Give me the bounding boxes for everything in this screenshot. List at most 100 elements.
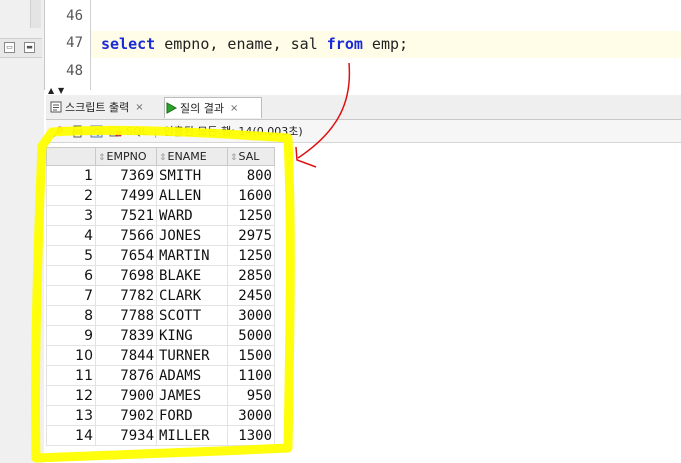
- cell-sal[interactable]: 2850: [227, 265, 275, 286]
- left-panel-stub: ▭ ▬: [0, 0, 44, 463]
- result-rows: 1 7369 SMITH 800 2 7499 ALLEN 1600 3 7521 WARD 1250…: [46, 165, 275, 446]
- table-row[interactable]: 10 7844 TURNER 1500: [46, 345, 275, 366]
- row-number: 13: [46, 405, 96, 426]
- line-number: 47: [66, 35, 83, 51]
- cell-sal[interactable]: 1250: [227, 205, 275, 226]
- toolbar-separator: |: [153, 124, 158, 138]
- row-number: 12: [46, 385, 96, 406]
- column-header-sal[interactable]: ⇕SAL: [227, 147, 275, 166]
- sort-icon: ⇕: [98, 153, 106, 163]
- pin-icon[interactable]: [52, 125, 65, 138]
- sql-editor[interactable]: 46 select empno, ename, sal from emp; 47…: [44, 0, 681, 90]
- cell-empno[interactable]: 7900: [95, 385, 157, 406]
- cell-empno[interactable]: 7844: [95, 345, 157, 366]
- minimize-icon[interactable]: ▬: [24, 42, 35, 53]
- cell-empno[interactable]: 7902: [95, 405, 157, 426]
- column-header-ename[interactable]: ⇕ENAME: [156, 147, 228, 166]
- row-number: 2: [46, 185, 96, 206]
- cell-empno[interactable]: 7839: [95, 325, 157, 346]
- cell-empno[interactable]: 7654: [95, 245, 157, 266]
- cell-sal[interactable]: 1100: [227, 365, 275, 386]
- refresh-icon[interactable]: [90, 125, 103, 138]
- cell-empno[interactable]: 7788: [95, 305, 157, 326]
- cell-ename[interactable]: TURNER: [156, 345, 228, 366]
- print-icon[interactable]: [71, 125, 84, 138]
- cell-ename[interactable]: KING: [156, 325, 228, 346]
- table-row[interactable]: 8 7788 SCOTT 3000: [46, 305, 275, 326]
- tab-label: 질의 결과: [180, 102, 224, 115]
- left-panel-scrollbar[interactable]: [30, 0, 41, 28]
- code-line-active[interactable]: select empno, ename, sal from emp;: [91, 31, 681, 58]
- cell-empno[interactable]: 7934: [95, 425, 157, 446]
- table-row[interactable]: 12 7900 JAMES 950: [46, 385, 275, 406]
- cell-empno[interactable]: 7369: [95, 165, 157, 186]
- table-name: emp;: [362, 35, 409, 53]
- cell-sal[interactable]: 3000: [227, 405, 275, 426]
- cell-sal[interactable]: 1600: [227, 185, 275, 206]
- table-row[interactable]: 9 7839 KING 5000: [46, 325, 275, 346]
- cell-ename[interactable]: MILLER: [156, 425, 228, 446]
- table-row[interactable]: 1 7369 SMITH 800: [46, 165, 275, 186]
- cell-ename[interactable]: SMITH: [156, 165, 228, 186]
- cell-sal[interactable]: 2450: [227, 285, 275, 306]
- cell-empno[interactable]: 7521: [95, 205, 157, 226]
- cell-ename[interactable]: CLARK: [156, 285, 228, 306]
- cell-ename[interactable]: JONES: [156, 225, 228, 246]
- cell-empno[interactable]: 7876: [95, 365, 157, 386]
- table-row[interactable]: 2 7499 ALLEN 1600: [46, 185, 275, 206]
- table-row[interactable]: 3 7521 WARD 1250: [46, 205, 275, 226]
- cell-ename[interactable]: MARTIN: [156, 245, 228, 266]
- column-header-empno[interactable]: ⇕EMPNO: [95, 147, 157, 166]
- table-row[interactable]: 6 7698 BLAKE 2850: [46, 265, 275, 286]
- cell-sal[interactable]: 2975: [227, 225, 275, 246]
- cell-sal[interactable]: 800: [227, 165, 275, 186]
- close-icon[interactable]: ×: [230, 103, 238, 114]
- row-number: 14: [46, 425, 96, 446]
- result-grid[interactable]: ⇕EMPNO ⇕ENAME ⇕SAL 1 7369 SMITH 800 2 7499 ALL…: [46, 147, 275, 446]
- collapse-up-icon[interactable]: ▲: [48, 87, 54, 95]
- fetch-status: 인출된 모든 행: 14(0.003초): [163, 125, 303, 138]
- sort-icon: ⇕: [230, 153, 238, 163]
- close-icon[interactable]: ×: [135, 102, 143, 113]
- output-tab-bar: 스크립트 출력 × 질의 결과 ×: [46, 95, 681, 120]
- cell-sal[interactable]: 1500: [227, 345, 275, 366]
- panel-splitter[interactable]: ▲ ▼: [46, 87, 681, 95]
- cell-sal[interactable]: 1250: [227, 245, 275, 266]
- tab-script-output[interactable]: 스크립트 출력 ×: [50, 97, 160, 117]
- tab-query-result[interactable]: 질의 결과 ×: [164, 97, 262, 118]
- expand-down-icon[interactable]: ▼: [58, 87, 64, 95]
- table-row[interactable]: 11 7876 ADAMS 1100: [46, 365, 275, 386]
- code-line[interactable]: [91, 4, 681, 31]
- cell-empno[interactable]: 7499: [95, 185, 157, 206]
- code-line[interactable]: [91, 58, 681, 85]
- sql-statement[interactable]: select empno, ename, sal from emp;: [101, 35, 408, 53]
- table-row[interactable]: 14 7934 MILLER 1300: [46, 425, 275, 446]
- cancel-fetch-icon[interactable]: [109, 125, 122, 138]
- row-number: 3: [46, 205, 96, 226]
- cell-empno[interactable]: 7698: [95, 265, 157, 286]
- table-row[interactable]: 4 7566 JONES 2975: [46, 225, 275, 246]
- row-number: 9: [46, 325, 96, 346]
- cell-sal[interactable]: 1300: [227, 425, 275, 446]
- sql-button[interactable]: SQL: [126, 125, 148, 138]
- restore-icon[interactable]: ▭: [4, 42, 15, 53]
- cell-sal[interactable]: 5000: [227, 325, 275, 346]
- cell-sal[interactable]: 3000: [227, 305, 275, 326]
- cell-ename[interactable]: SCOTT: [156, 305, 228, 326]
- cell-sal[interactable]: 950: [227, 385, 275, 406]
- cell-empno[interactable]: 7782: [95, 285, 157, 306]
- row-number: 7: [46, 285, 96, 306]
- table-row[interactable]: 5 7654 MARTIN 1250: [46, 245, 275, 266]
- keyword-from: from: [326, 35, 363, 53]
- select-columns: empno, ename, sal: [155, 35, 327, 53]
- cell-ename[interactable]: ALLEN: [156, 185, 228, 206]
- cell-ename[interactable]: JAMES: [156, 385, 228, 406]
- table-row[interactable]: 7 7782 CLARK 2450: [46, 285, 275, 306]
- cell-ename[interactable]: ADAMS: [156, 365, 228, 386]
- cell-ename[interactable]: FORD: [156, 405, 228, 426]
- cell-empno[interactable]: 7566: [95, 225, 157, 246]
- row-number: 1: [46, 165, 96, 186]
- cell-ename[interactable]: BLAKE: [156, 265, 228, 286]
- cell-ename[interactable]: WARD: [156, 205, 228, 226]
- table-row[interactable]: 13 7902 FORD 3000: [46, 405, 275, 426]
